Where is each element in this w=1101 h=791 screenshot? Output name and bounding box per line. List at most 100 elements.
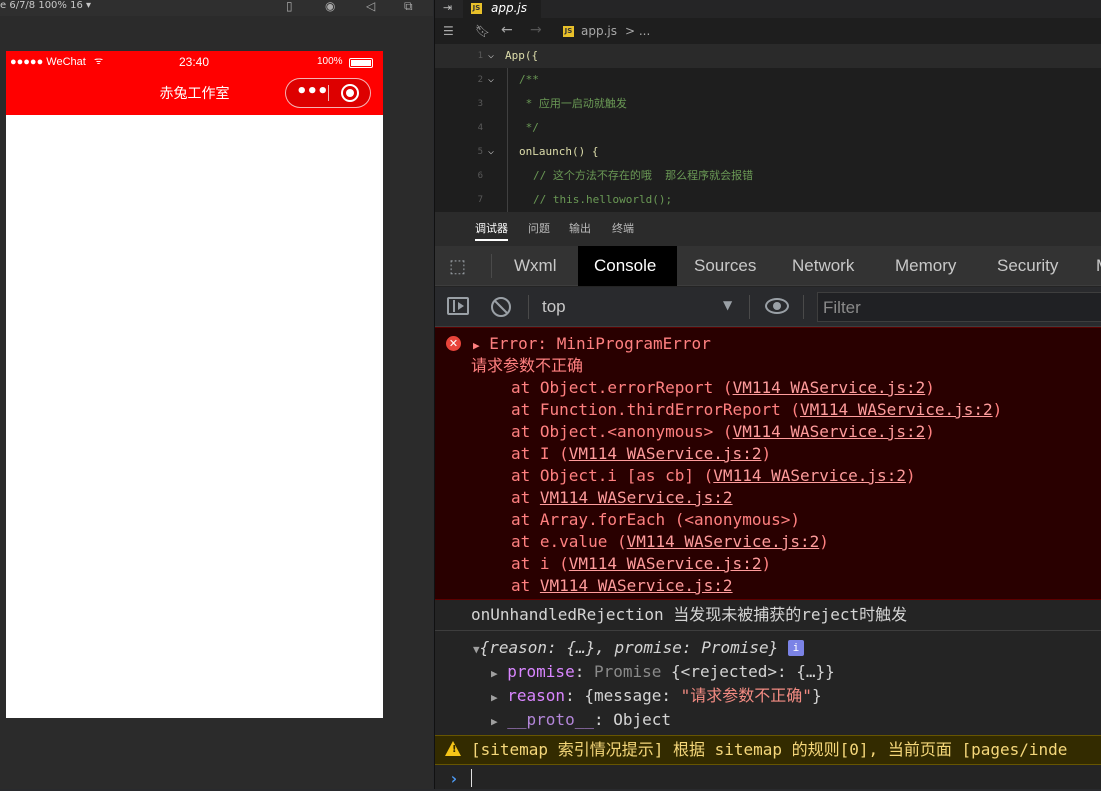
source-link[interactable]: VM114 WAService.js:2 [733,422,926,441]
eye-icon[interactable] [765,298,789,314]
wifi-icon: ᯤ [94,56,104,67]
source-link[interactable]: VM114 WAService.js:2 [713,466,906,485]
filter-input[interactable]: Filter [817,292,1101,322]
divider [803,295,804,319]
stack-frame-text: at I ( [511,444,569,463]
editor-tab-bar: ⇥ JS app.js [435,0,1101,18]
code-line: 2 ⌵ /** [435,68,1101,92]
console-output[interactable]: ✕ ▶ Error: MiniProgramError 请求参数不正确 at O… [435,327,1101,789]
property-value: Object [613,710,672,729]
clear-console-icon[interactable] [491,297,511,317]
tab-debugger[interactable]: 调试器 [475,222,508,241]
value: {…} [566,638,596,657]
object-summary[interactable]: ▼{reason: {…}, promise: Promise} i [473,637,804,661]
object-property[interactable]: ▶ __proto__: Object [491,709,671,733]
property-key: reason [507,686,566,705]
inspect-icon[interactable]: ⬚ [449,246,466,286]
tab-memory[interactable]: Memory [895,246,956,286]
code-line: 7 // this.helloworld(); [435,188,1101,212]
source-link[interactable]: VM114 WAService.js:2 [800,400,993,419]
context-selector[interactable]: top [542,297,566,317]
line-number: 2 [477,75,483,85]
fold-icon[interactable]: ⌵ [488,140,494,164]
battery-icon [349,58,373,68]
object-property[interactable]: ▶ promise: Promise {<rejected>: {…}} [491,661,835,685]
navigation-bar: ●●●●● WeChat ᯤ 23:40 100% 赤兔工作室 ••• [6,51,383,115]
property-string: "请求参数不正确" [680,686,812,705]
code-line: 6 // 这个方法不存在的哦 那么程序就会报错 [435,164,1101,188]
tab-output[interactable]: 输出 [569,222,591,236]
breadcrumb-more[interactable]: > ... [625,24,650,38]
code-area[interactable]: 1 ⌵ App({ 2 ⌵ /** 3 * 应用一启动就触发 4 */ 5 ⌵ … [435,44,1101,212]
stack-frame-text: ) [761,444,772,463]
console-toolbar: top ▼ Filter [435,287,1101,327]
code-line: 4 */ [435,116,1101,140]
tab-more[interactable]: M [1096,246,1101,286]
divider [528,295,529,319]
property-value: {message: [584,686,681,705]
text-cursor [471,769,472,787]
list-icon[interactable]: ☰ [443,24,454,38]
stack-frame-text: at e.value ( [511,532,627,551]
line-number: 7 [477,195,483,205]
filter-placeholder: Filter [823,298,861,317]
source-link[interactable]: VM114 WAService.js:2 [569,554,762,573]
tab-console[interactable]: Console [578,246,677,286]
expand-error-toggle[interactable]: ▶ Error: MiniProgramError [473,333,711,357]
object-property[interactable]: ▶ reason: {message: "请求参数不正确"} [491,685,822,709]
close-miniprogram-icon[interactable] [341,84,359,102]
property-key: __proto__ [507,710,594,729]
warning-message: ! [sitemap 索引情况提示] 根据 sitemap 的规则[0], 当前… [435,735,1101,765]
forward-arrow-icon[interactable]: → [530,23,542,37]
dropdown-arrow-icon[interactable]: ▼ [723,298,732,312]
error-text: 请求参数不正确 [471,356,584,375]
device-selector[interactable]: e 6/7/8 100% 16 ▾ [0,0,91,12]
property-type: Promise [593,662,662,681]
divider [491,254,492,278]
tab-network[interactable]: Network [792,246,854,286]
source-link[interactable]: VM114 WAService.js:2 [733,378,926,397]
bookmark-icon[interactable]: 🔖︎ [475,24,490,38]
tab-terminal[interactable]: 终端 [612,222,634,236]
breadcrumb-file[interactable]: app.js [581,24,617,38]
fold-icon[interactable]: ⌵ [488,44,494,68]
value: Promise [701,638,769,657]
record-icon[interactable]: ◉ [325,0,335,13]
line-number: 1 [477,51,483,61]
back-arrow-icon[interactable]: ← [501,23,513,37]
source-link[interactable]: VM114 WAService.js:2 [540,488,733,507]
stack-frame-text: at Object.i [as cb] ( [511,466,714,485]
code-text: */ [519,121,539,134]
tab-problems[interactable]: 问题 [528,222,550,236]
stack-frame: at I (VM114 WAService.js:2) [511,443,771,465]
carrier-label: ●●●●● WeChat [10,56,86,68]
stack-frame-text: at Function.thirdErrorReport ( [511,400,800,419]
console-prompt[interactable]: › [435,767,1101,791]
key: promise [614,638,682,657]
simulator-toolbar: e 6/7/8 100% 16 ▾ ▯ ◉ ◁ ⧉ [0,0,433,16]
indent-guide [507,68,508,212]
stack-frame: at VM114 WAService.js:2 [511,575,733,597]
devtools-panel-tabs: ⬚ Wxml Console Sources Network Memory Se… [435,246,1101,286]
sidebar-toggle-icon[interactable] [447,297,469,315]
tab-wxml[interactable]: Wxml [514,246,556,286]
line-number: 5 [477,147,483,157]
js-file-icon: JS [563,26,574,37]
prompt-chevron-icon: › [449,769,459,788]
volume-icon[interactable]: ◁ [366,0,375,13]
fold-icon[interactable]: ⌵ [488,68,494,92]
source-link[interactable]: VM114 WAService.js:2 [627,532,820,551]
tab-app-js[interactable]: JS app.js [463,0,541,18]
tab-sources[interactable]: Sources [694,246,756,286]
tab-security[interactable]: Security [997,246,1058,286]
info-icon[interactable]: i [787,640,804,656]
phone-icon[interactable]: ▯ [286,0,293,13]
collapse-icon[interactable]: ⇥ [443,1,452,14]
source-link[interactable]: VM114 WAService.js:2 [569,444,762,463]
stack-frame-text: ) [925,378,935,397]
window-icon[interactable]: ⧉ [404,0,413,13]
code-text: // 这个方法不存在的哦 那么程序就会报错 [533,169,754,182]
source-link[interactable]: VM114 WAService.js:2 [540,576,733,595]
stack-frame-text: at [511,576,540,595]
more-icon[interactable]: ••• [296,83,329,101]
